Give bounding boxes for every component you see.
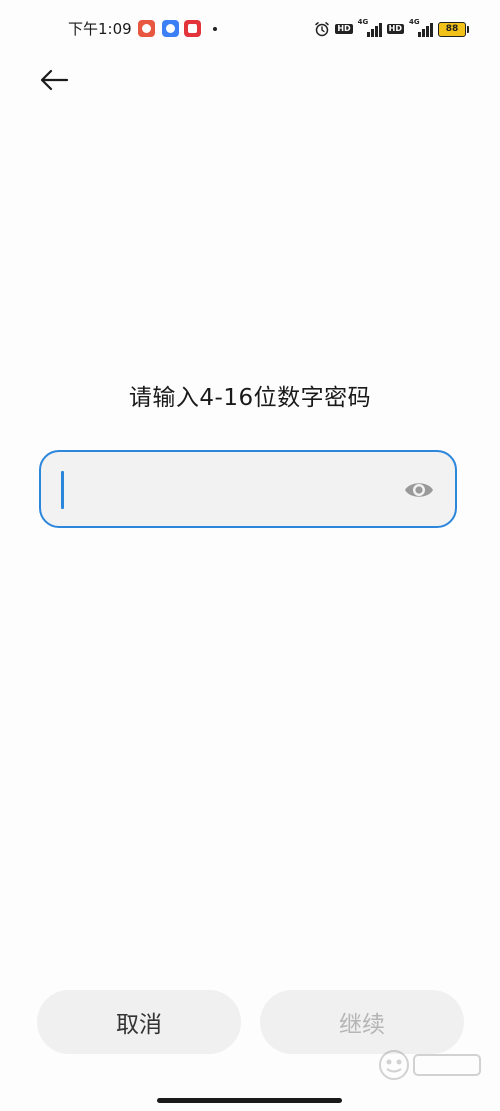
- signal-icon: 4G: [357, 18, 382, 37]
- app-notification-icon: [138, 20, 155, 37]
- battery-icon: 88: [438, 21, 469, 37]
- back-button[interactable]: [34, 60, 74, 100]
- home-indicator[interactable]: [157, 1098, 342, 1103]
- cancel-button[interactable]: 取消: [37, 990, 241, 1054]
- text-caret: [61, 471, 64, 509]
- more-notifications-dot: [213, 27, 217, 31]
- eye-icon: [405, 483, 433, 497]
- hd-badge: HD: [335, 24, 353, 34]
- arrow-left-icon: [40, 69, 69, 91]
- status-time: 下午1:09: [68, 20, 132, 38]
- page-title: 请输入4-16位数字密码: [128, 385, 372, 411]
- network-type-label: 4G: [409, 18, 420, 26]
- app-notification-icon: [162, 20, 179, 37]
- password-field[interactable]: [39, 450, 457, 528]
- signal-icon: 4G: [409, 18, 433, 37]
- hd-badge: HD: [386, 24, 404, 34]
- app-notification-icon: [184, 20, 201, 37]
- status-icons: HD 4G HD 4G 88: [314, 18, 469, 40]
- screen: 下午1:09 HD 4G HD 4G 88 请输入4-16位数字密码 取消 继续: [0, 0, 500, 1111]
- continue-button[interactable]: 继续: [260, 990, 464, 1054]
- show-password-toggle[interactable]: [403, 476, 435, 504]
- watermark-logo: [379, 1050, 481, 1080]
- network-type-label: 4G: [357, 18, 369, 26]
- password-input[interactable]: [59, 462, 403, 518]
- alarm-icon: [315, 22, 330, 37]
- status-bar: 下午1:09 HD 4G HD 4G 88: [0, 12, 500, 46]
